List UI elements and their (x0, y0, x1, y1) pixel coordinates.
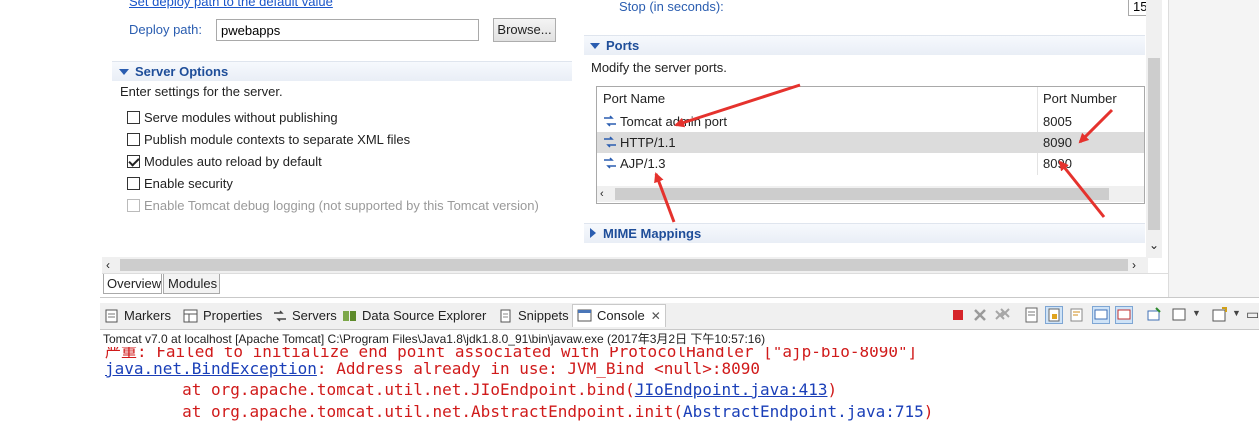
arrow-to-admin-port (674, 83, 801, 128)
arrow-to-ajp-row (654, 172, 676, 223)
arrow-to-http-port (1078, 108, 1114, 144)
annotation-arrows (654, 83, 1114, 223)
arrow-to-ajp-port (1058, 160, 1106, 218)
